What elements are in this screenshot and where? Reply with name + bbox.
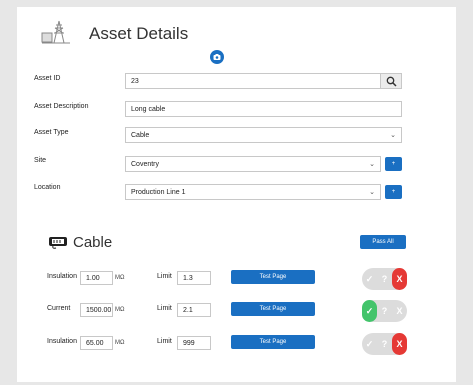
unknown-option[interactable]: ? bbox=[377, 300, 392, 322]
site-select[interactable]: Coventry ⌄ bbox=[125, 156, 381, 172]
status-toggle-1[interactable]: ✓ ? X bbox=[362, 268, 407, 290]
limit-label-3: Limit bbox=[157, 338, 172, 345]
section-title: Cable bbox=[73, 234, 113, 251]
asset-description-label: Asset Description bbox=[34, 103, 89, 110]
limit-field-2[interactable]: 2.1 bbox=[177, 303, 211, 317]
pass-option[interactable]: ✓ bbox=[362, 268, 377, 290]
page-title: Asset Details bbox=[89, 24, 189, 43]
unknown-option[interactable]: ? bbox=[377, 333, 392, 355]
test-unit-3: MΩ bbox=[115, 340, 125, 346]
test-name-2: Current bbox=[47, 305, 71, 312]
status-toggle-3[interactable]: ✓ ? X bbox=[362, 333, 407, 355]
asset-type-value: Cable bbox=[131, 131, 150, 139]
camera-icon bbox=[213, 54, 221, 60]
chevron-down-icon: ⌄ bbox=[390, 132, 396, 139]
asset-type-label: Asset Type bbox=[34, 129, 69, 136]
location-value: Production Line 1 bbox=[131, 188, 186, 196]
chevron-down-icon: ⌄ bbox=[369, 189, 375, 196]
asset-details-card: Asset Details Asset ID 23 Asset Descript… bbox=[17, 7, 456, 382]
power-pylon-icon bbox=[40, 19, 72, 45]
search-icon bbox=[386, 76, 397, 87]
site-value: Coventry bbox=[131, 160, 160, 168]
test-value-field-3[interactable]: 65.00 bbox=[80, 336, 113, 350]
test-page-button-3[interactable]: Test Page bbox=[231, 335, 315, 349]
asset-id-label: Asset ID bbox=[34, 75, 61, 82]
pass-option[interactable]: ✓ bbox=[362, 333, 377, 355]
cable-connector-icon bbox=[48, 235, 70, 249]
test-name-1: Insulation bbox=[47, 273, 77, 280]
test-page-button-2[interactable]: Test Page bbox=[231, 302, 315, 316]
camera-button[interactable] bbox=[210, 50, 224, 64]
test-unit-2: MΩ bbox=[115, 307, 125, 313]
limit-label-1: Limit bbox=[157, 273, 172, 280]
asset-id-field[interactable]: 23 bbox=[125, 73, 381, 89]
add-site-button[interactable]: + bbox=[385, 157, 402, 171]
asset-type-select[interactable]: Cable ⌄ bbox=[125, 127, 402, 143]
status-toggle-2[interactable]: ✓ ? X bbox=[362, 300, 407, 322]
site-label: Site bbox=[34, 157, 47, 164]
pass-all-button[interactable]: Pass All bbox=[360, 235, 406, 249]
location-select[interactable]: Production Line 1 ⌄ bbox=[125, 184, 381, 200]
test-unit-1: MΩ bbox=[115, 275, 125, 281]
add-location-button[interactable]: + bbox=[385, 185, 402, 199]
test-value-field-1[interactable]: 1.00 bbox=[80, 271, 113, 285]
search-button[interactable] bbox=[380, 73, 402, 89]
pass-option[interactable]: ✓ bbox=[362, 300, 377, 322]
fail-option[interactable]: X bbox=[392, 333, 407, 355]
location-label: Location bbox=[34, 184, 61, 191]
fail-option[interactable]: X bbox=[392, 268, 407, 290]
chevron-down-icon: ⌄ bbox=[369, 161, 375, 168]
test-name-3: Insulation bbox=[47, 338, 77, 345]
unknown-option[interactable]: ? bbox=[377, 268, 392, 290]
test-value-field-2[interactable]: 1500.00 bbox=[80, 303, 113, 317]
limit-field-1[interactable]: 1.3 bbox=[177, 271, 211, 285]
test-page-button-1[interactable]: Test Page bbox=[231, 270, 315, 284]
limit-field-3[interactable]: 999 bbox=[177, 336, 211, 350]
limit-label-2: Limit bbox=[157, 305, 172, 312]
asset-description-field[interactable]: Long cable bbox=[125, 101, 402, 117]
fail-option[interactable]: X bbox=[392, 300, 407, 322]
